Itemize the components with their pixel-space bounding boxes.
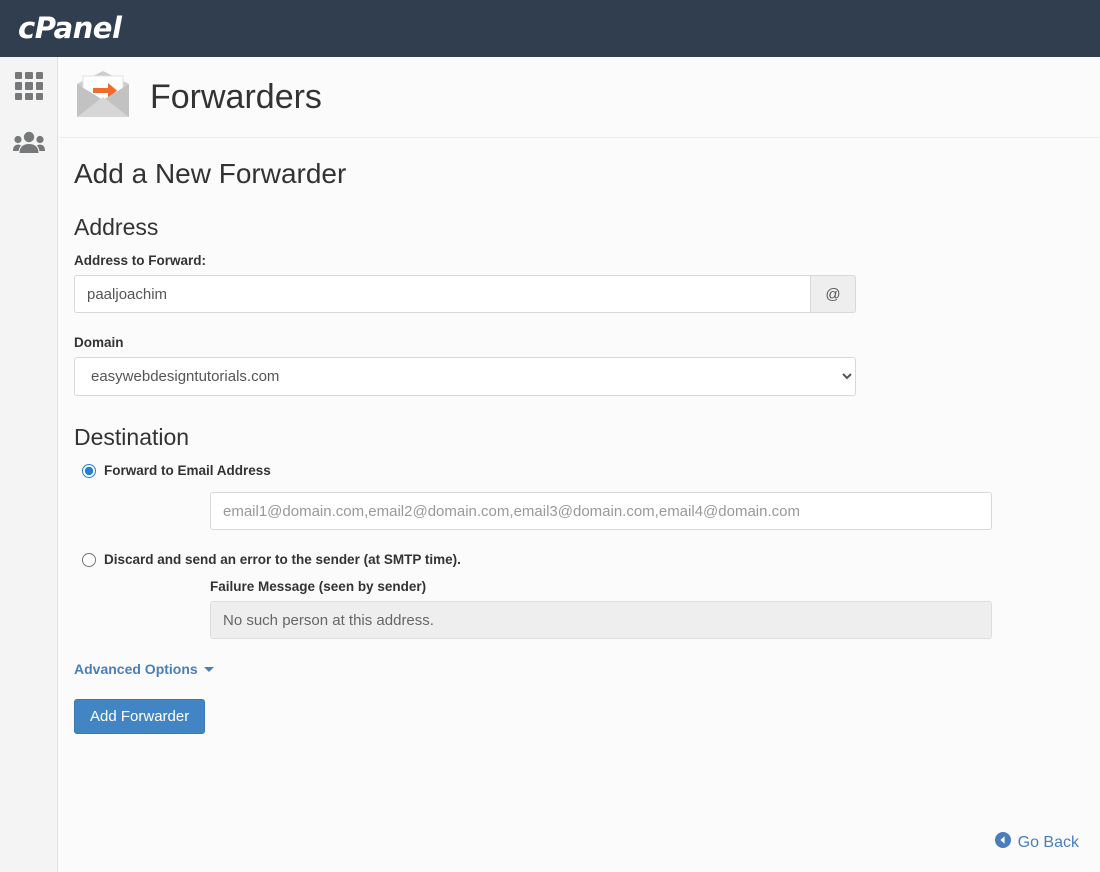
domain-label: Domain	[74, 335, 124, 350]
chevron-down-icon	[203, 666, 214, 672]
forward-to-email-label: Forward to Email Address	[104, 463, 271, 478]
go-back-label: Go Back	[1017, 833, 1079, 851]
failure-message-wrap: Failure Message (seen by sender)	[74, 579, 1100, 639]
grid-apps-icon	[15, 72, 43, 100]
section-title: Add a New Forwarder	[74, 158, 347, 189]
destination-group-title: Destination	[74, 424, 190, 450]
discard-row[interactable]: Discard and send an error to the sender …	[74, 552, 1100, 567]
address-input-group: @	[74, 275, 856, 313]
address-to-forward-label: Address to Forward:	[74, 253, 207, 268]
discard-label: Discard and send an error to the sender …	[104, 552, 461, 567]
advanced-options-wrap: Advanced Options	[74, 661, 1100, 679]
failure-message-input[interactable]	[210, 601, 992, 639]
cpanel-logo[interactable]: cPanel	[18, 14, 122, 43]
add-forwarder-button[interactable]: Add Forwarder	[74, 699, 206, 734]
page-title: Forwarders	[150, 78, 322, 116]
advanced-options-label: Advanced Options	[74, 661, 198, 677]
users-group-icon	[13, 130, 45, 159]
failure-message-label: Failure Message (seen by sender)	[210, 579, 427, 594]
go-back-wrap: Go Back	[59, 832, 1079, 853]
main-content: Forwarders Add a New Forwarder Address A…	[59, 57, 1100, 872]
forward-to-email-row[interactable]: Forward to Email Address	[74, 463, 1100, 478]
arrow-circle-left-icon	[994, 832, 1011, 853]
at-symbol-addon: @	[810, 275, 856, 313]
address-group-title: Address	[74, 214, 159, 240]
forward-to-email-radio[interactable]	[82, 463, 96, 478]
go-back-link[interactable]: Go Back	[994, 832, 1079, 853]
advanced-options-toggle[interactable]: Advanced Options	[74, 661, 214, 677]
forward-email-input[interactable]	[210, 492, 992, 530]
icon-rail-sidebar	[0, 57, 58, 872]
domain-select[interactable]: easywebdesigntutorials.com	[74, 357, 856, 396]
forward-email-field-wrap	[74, 492, 1100, 530]
discard-radio[interactable]	[82, 552, 96, 567]
top-bar: cPanel	[0, 0, 1100, 57]
address-to-forward-input[interactable]	[74, 275, 810, 313]
page-header: Forwarders	[59, 57, 1100, 138]
form-body: Add a New Forwarder Address Address to F…	[59, 138, 1100, 851]
sidebar-item-user-manager[interactable]	[0, 115, 58, 173]
forwarders-envelope-icon	[74, 70, 132, 125]
sidebar-item-apps[interactable]	[0, 57, 58, 115]
